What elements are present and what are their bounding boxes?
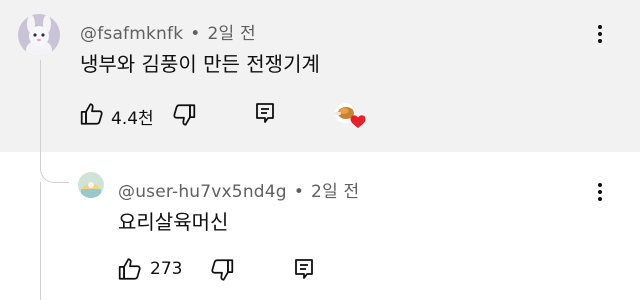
- thumbs-up-icon: [80, 103, 103, 125]
- meta-separator: •: [190, 24, 201, 44]
- creator-heart-icon: [335, 103, 366, 128]
- comment-dislike-button[interactable]: [170, 101, 198, 129]
- comment-meta: @fsafmknfk • 2일 전: [80, 19, 256, 44]
- comment-text: 냉부와 김풍이 만든 전쟁기계: [80, 52, 320, 76]
- default-avatar-icon: [78, 172, 104, 198]
- comment-timestamp[interactable]: 2일 전: [208, 24, 256, 44]
- comment-reply: @user-hu7vx5nd4g • 2일 전 요리살육머신 273: [0, 152, 640, 300]
- thumbs-up-icon: [118, 258, 141, 280]
- reply-dislike-button[interactable]: [208, 256, 236, 284]
- reply-like-count: 273: [150, 259, 183, 279]
- comment-author-name[interactable]: @fsafmknfk: [80, 24, 183, 44]
- rabbit-avatar-icon: [18, 14, 60, 56]
- reply-reply-button[interactable]: [291, 256, 317, 282]
- reply-author-avatar[interactable]: [78, 172, 104, 198]
- thread-connector-line: [40, 60, 41, 152]
- reply-timestamp[interactable]: 2일 전: [311, 182, 359, 202]
- comment-author-avatar[interactable]: [18, 14, 60, 56]
- creator-heart-badge[interactable]: [332, 101, 368, 131]
- thumbs-down-icon: [211, 259, 234, 281]
- reply-like-button[interactable]: [116, 255, 144, 283]
- reply-connector-curve: [40, 152, 69, 183]
- reply-text: 요리살육머신: [118, 210, 229, 234]
- comment-more-button[interactable]: [588, 22, 612, 46]
- reply-thread-line: [40, 182, 41, 300]
- comment-reply-button[interactable]: [252, 100, 278, 126]
- reply-icon: [295, 259, 313, 279]
- meta-separator: •: [293, 182, 305, 202]
- reply-meta: @user-hu7vx5nd4g • 2일 전: [118, 177, 359, 202]
- reply-icon: [256, 103, 274, 123]
- comment-thread-top: @fsafmknfk • 2일 전 냉부와 김풍이 만든 전쟁기계 4.4천: [0, 0, 640, 152]
- comment-like-count: 4.4천: [111, 109, 154, 129]
- more-vert-icon: [598, 183, 602, 201]
- more-vert-icon: [598, 25, 602, 43]
- comment-like-button[interactable]: [78, 100, 106, 128]
- reply-author-name[interactable]: @user-hu7vx5nd4g: [118, 182, 287, 202]
- reply-more-button[interactable]: [588, 180, 612, 204]
- thumbs-down-icon: [173, 104, 196, 126]
